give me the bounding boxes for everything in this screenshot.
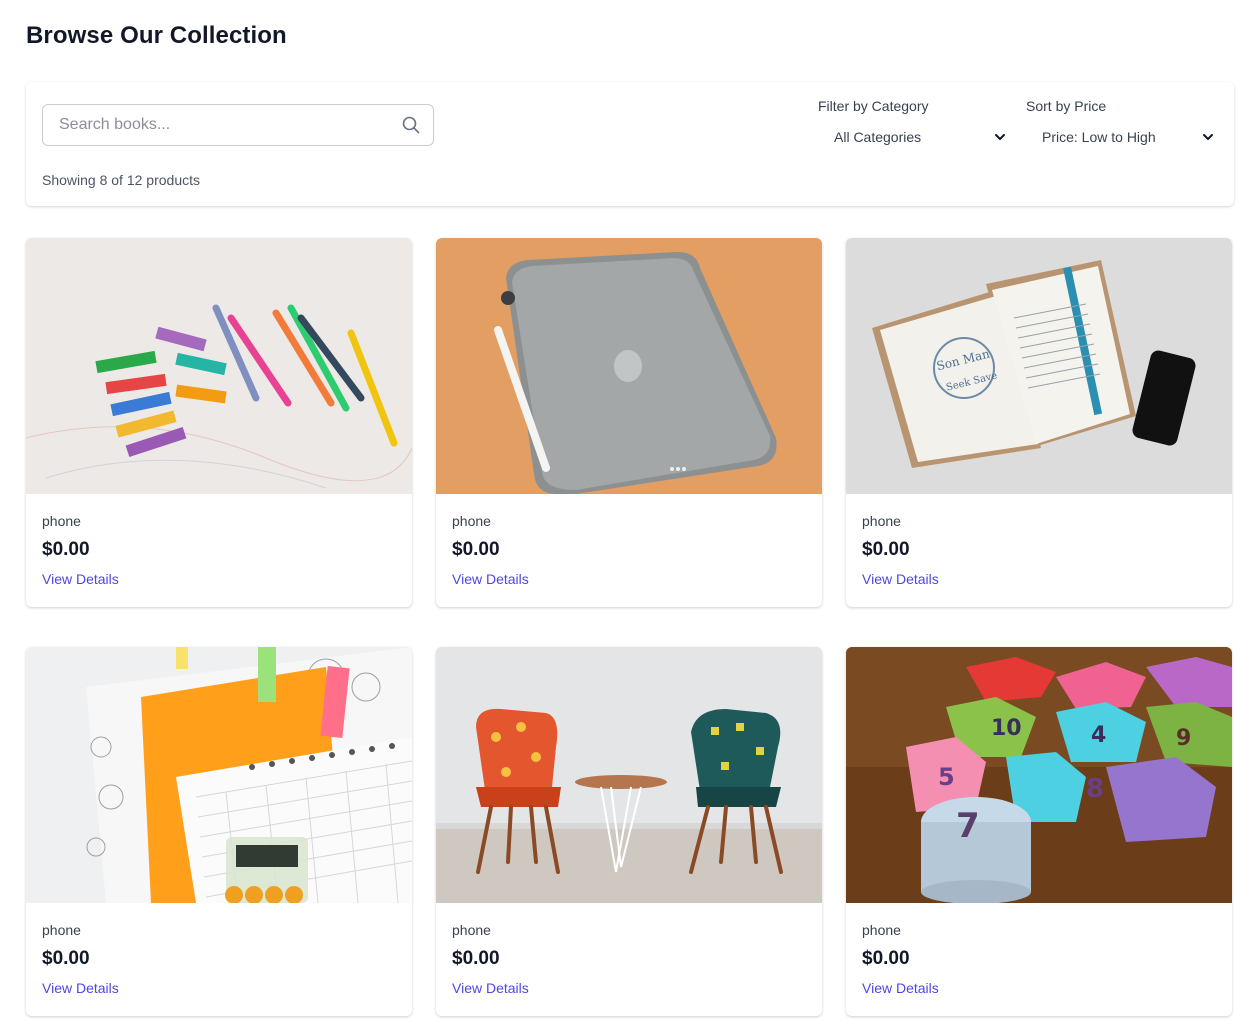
chevron-down-icon bbox=[1202, 131, 1214, 143]
page: Browse Our Collection Showing 8 of 12 pr… bbox=[0, 0, 1258, 1035]
sort-selected-value: Price: Low to High bbox=[1042, 129, 1156, 145]
product-price: $0.00 bbox=[42, 948, 90, 969]
product-price: $0.00 bbox=[452, 539, 500, 560]
product-price: $0.00 bbox=[862, 948, 910, 969]
view-details-link[interactable]: View Details bbox=[452, 980, 529, 996]
sort-select[interactable]: Price: Low to High bbox=[1026, 124, 1218, 150]
category-filter: Filter by Category All Categories bbox=[818, 96, 1010, 150]
results-count: Showing 8 of 12 products bbox=[42, 172, 200, 188]
product-card[interactable]: phone $0.00 View Details bbox=[26, 647, 412, 1016]
page-title: Browse Our Collection bbox=[26, 22, 287, 49]
chevron-down-icon bbox=[994, 131, 1006, 143]
product-price: $0.00 bbox=[862, 539, 910, 560]
product-name: phone bbox=[862, 513, 901, 529]
view-details-link[interactable]: View Details bbox=[42, 571, 119, 587]
filter-panel: Showing 8 of 12 products Filter by Categ… bbox=[26, 82, 1234, 206]
product-image[interactable]: Son Man Seek Save bbox=[846, 238, 1232, 494]
product-image[interactable] bbox=[26, 647, 412, 903]
search-input[interactable] bbox=[59, 116, 401, 134]
category-filter-label: Filter by Category bbox=[818, 98, 929, 114]
product-card[interactable]: 7 8 5 10 4 9 phone $0.00 View Details bbox=[846, 647, 1232, 1016]
product-name: phone bbox=[42, 922, 81, 938]
sort-filter-label: Sort by Price bbox=[1026, 98, 1107, 114]
svg-text:10: 10 bbox=[991, 716, 1022, 741]
category-select[interactable]: All Categories bbox=[818, 124, 1010, 150]
product-card[interactable]: Son Man Seek Save phone $0.00 View Detai… bbox=[846, 238, 1232, 607]
product-price: $0.00 bbox=[42, 539, 90, 560]
search-box[interactable] bbox=[42, 104, 434, 146]
product-name: phone bbox=[862, 922, 901, 938]
sort-filter: Sort by Price Price: Low to High bbox=[1026, 96, 1218, 150]
view-details-link[interactable]: View Details bbox=[862, 571, 939, 587]
view-details-link[interactable]: View Details bbox=[42, 980, 119, 996]
product-name: phone bbox=[452, 513, 491, 529]
product-image[interactable] bbox=[436, 647, 822, 903]
svg-text:8: 8 bbox=[1086, 774, 1104, 804]
view-details-link[interactable]: View Details bbox=[862, 980, 939, 996]
product-image[interactable]: 7 8 5 10 4 9 bbox=[846, 647, 1232, 903]
view-details-link[interactable]: View Details bbox=[452, 571, 529, 587]
product-image[interactable] bbox=[436, 238, 822, 494]
product-card[interactable]: phone $0.00 View Details bbox=[436, 647, 822, 1016]
product-card[interactable]: phone $0.00 View Details bbox=[26, 238, 412, 607]
search-icon[interactable] bbox=[401, 115, 421, 135]
category-selected-value: All Categories bbox=[834, 129, 922, 145]
svg-text:4: 4 bbox=[1091, 723, 1106, 748]
svg-text:9: 9 bbox=[1176, 726, 1191, 751]
svg-text:5: 5 bbox=[938, 763, 955, 791]
product-name: phone bbox=[452, 922, 491, 938]
product-card[interactable]: phone $0.00 View Details bbox=[436, 238, 822, 607]
svg-text:7: 7 bbox=[956, 806, 980, 846]
product-image[interactable] bbox=[26, 238, 412, 494]
product-grid: phone $0.00 View Details phone $0.00 Vie… bbox=[26, 238, 1234, 1016]
product-name: phone bbox=[42, 513, 81, 529]
product-price: $0.00 bbox=[452, 948, 500, 969]
